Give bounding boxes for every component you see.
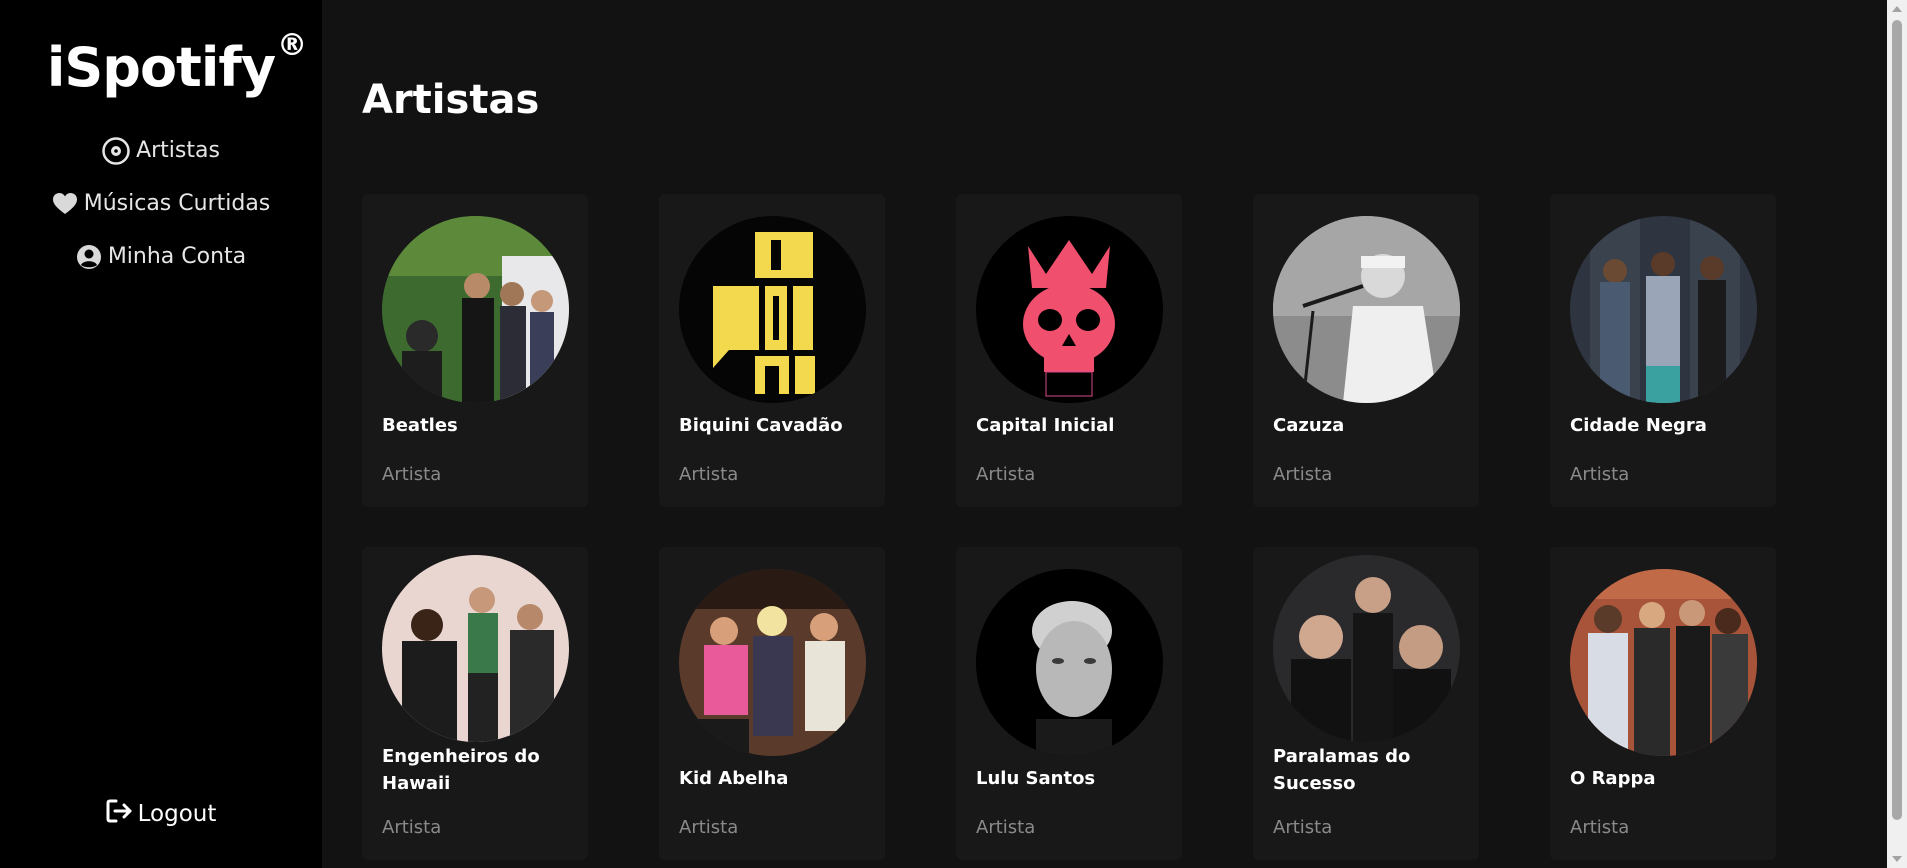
artist-name: O Rappa xyxy=(1570,768,1656,789)
artist-photo xyxy=(1273,555,1460,742)
artist-card-paralamas-do-sucesso[interactable]: Paralamas do Sucesso Artista xyxy=(1253,547,1479,860)
logout-arrow-icon xyxy=(106,798,134,830)
logout-label: Logout xyxy=(137,801,217,827)
artist-name: Lulu Santos xyxy=(976,768,1096,789)
artist-subtitle: Artista xyxy=(382,817,442,838)
scroll-down-arrow-icon[interactable] xyxy=(1892,856,1902,862)
artist-subtitle: Artista xyxy=(382,464,442,485)
user-circle-icon xyxy=(76,244,102,270)
artist-photo xyxy=(976,216,1163,403)
artist-card-engenheiros-do-hawaii[interactable]: Engenheiros do Hawaii Artista xyxy=(362,547,588,860)
app-logo[interactable]: iSpotify ® xyxy=(0,28,322,99)
artist-photo xyxy=(382,555,569,742)
artist-subtitle: Artista xyxy=(976,817,1036,838)
artist-photo xyxy=(382,216,569,403)
artist-card-o-rappa[interactable]: O Rappa Artista xyxy=(1550,547,1776,860)
sidebar-nav: Artistas Músicas Curtidas Minha Conta xyxy=(0,124,322,283)
scroll-up-arrow-icon[interactable] xyxy=(1892,6,1902,12)
artist-name: Cazuza xyxy=(1273,415,1345,436)
artist-photo xyxy=(976,569,1163,756)
scrollbar-thumb[interactable] xyxy=(1892,20,1902,820)
artist-name: Engenheiros do Hawaii xyxy=(382,746,540,794)
registered-mark: ® xyxy=(277,28,308,63)
sidebar-item-musicas-curtidas[interactable]: Músicas Curtidas xyxy=(0,177,322,230)
artist-subtitle: Artista xyxy=(679,464,739,485)
artist-subtitle: Artista xyxy=(1570,817,1630,838)
main-content: Artistas Beatles Artista Biquini Cavadão… xyxy=(322,0,1887,868)
artist-name: Kid Abelha xyxy=(679,768,789,789)
artist-card-beatles[interactable]: Beatles Artista xyxy=(362,194,588,507)
artist-card-capital-inicial[interactable]: Capital Inicial Artista xyxy=(956,194,1182,507)
artist-card-cazuza[interactable]: Cazuza Artista xyxy=(1253,194,1479,507)
sidebar-item-label: Minha Conta xyxy=(107,244,247,269)
artist-card-biquini-cavadao[interactable]: Biquini Cavadão Artista xyxy=(659,194,885,507)
artist-subtitle: Artista xyxy=(1570,464,1630,485)
artist-subtitle: Artista xyxy=(1273,464,1333,485)
app-window: iSpotify ® Artistas Músicas Curtidas Min… xyxy=(0,0,1907,868)
artist-name: Capital Inicial xyxy=(976,415,1115,436)
sidebar-item-artistas[interactable]: Artistas xyxy=(0,124,322,177)
artist-photo xyxy=(679,569,866,756)
page-title: Artistas xyxy=(362,77,540,123)
artist-card-cidade-negra[interactable]: Cidade Negra Artista xyxy=(1550,194,1776,507)
sidebar-item-label: Artistas xyxy=(136,138,220,163)
sidebar-item-minha-conta[interactable]: Minha Conta xyxy=(0,230,322,283)
logout-button[interactable]: Logout xyxy=(0,798,322,830)
artist-photo xyxy=(1570,569,1757,756)
artist-name: Cidade Negra xyxy=(1570,415,1707,436)
sidebar-item-label: Músicas Curtidas xyxy=(83,191,271,216)
vertical-scrollbar[interactable] xyxy=(1887,0,1907,868)
artist-subtitle: Artista xyxy=(679,817,739,838)
artist-card-kid-abelha[interactable]: Kid Abelha Artista xyxy=(659,547,885,860)
artist-subtitle: Artista xyxy=(976,464,1036,485)
artist-photo xyxy=(1273,216,1460,403)
artist-photo xyxy=(679,216,866,403)
artist-name: Beatles xyxy=(382,415,458,436)
artist-name: Biquini Cavadão xyxy=(679,415,843,436)
artist-card-lulu-santos[interactable]: Lulu Santos Artista xyxy=(956,547,1182,860)
heart-icon xyxy=(52,192,78,216)
artist-photo xyxy=(1570,216,1757,403)
vinyl-disc-icon xyxy=(102,136,130,165)
artist-name: Paralamas do Sucesso xyxy=(1273,746,1411,794)
app-logo-text: iSpotify xyxy=(46,36,276,99)
sidebar: iSpotify ® Artistas Músicas Curtidas Min… xyxy=(0,0,322,868)
artist-subtitle: Artista xyxy=(1273,817,1333,838)
